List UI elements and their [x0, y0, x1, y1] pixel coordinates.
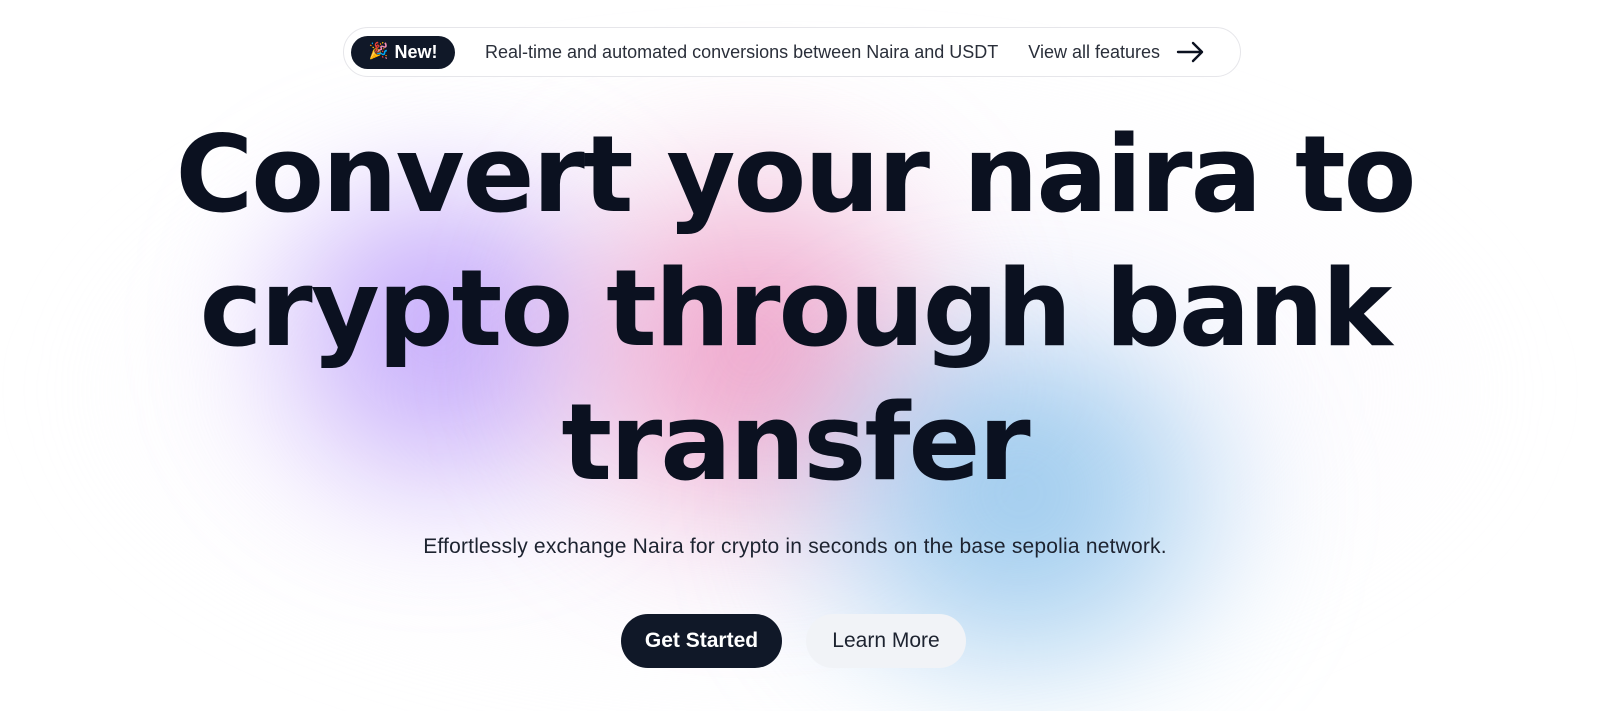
new-badge: 🎉 New!: [351, 35, 455, 69]
view-all-features-label: View all features: [1028, 41, 1161, 62]
hero-section: 🎉 New! Real-time and automated conversio…: [0, 0, 1623, 711]
get-started-button[interactable]: Get Started: [621, 614, 782, 668]
party-popper-icon: 🎉: [368, 43, 389, 60]
new-badge-label: New!: [394, 41, 438, 62]
arrow-right-icon: [1176, 41, 1204, 63]
hero-headline: Convert your naira to crypto through ban…: [175, 113, 1416, 504]
announcement-text: Real-time and automated conversions betw…: [485, 41, 999, 62]
announcement-bar[interactable]: 🎉 New! Real-time and automated conversio…: [343, 27, 1241, 77]
hero-subtitle: Effortlessly exchange Naira for crypto i…: [423, 535, 1167, 558]
view-all-features-link[interactable]: View all features: [1028, 40, 1206, 64]
learn-more-button[interactable]: Learn More: [806, 614, 966, 668]
